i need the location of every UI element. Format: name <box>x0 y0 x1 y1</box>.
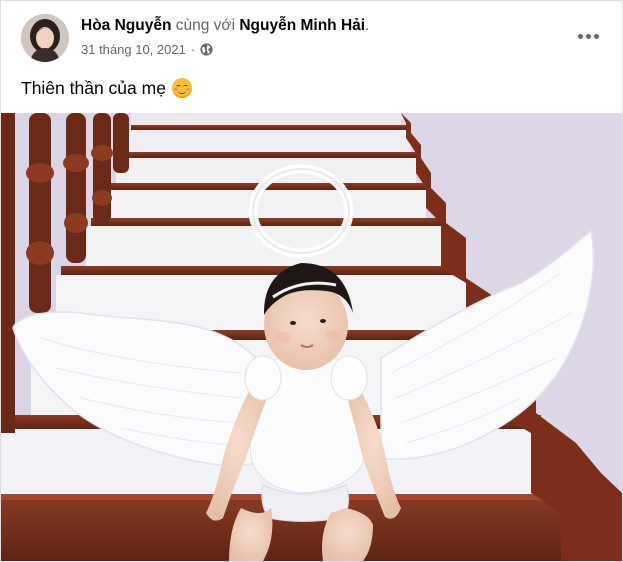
avatar-photo <box>21 14 69 62</box>
tagged-name[interactable]: Nguyễn Minh Hải <box>239 17 365 34</box>
post-date[interactable]: 31 tháng 10, 2021 <box>81 42 186 57</box>
more-options-button[interactable] <box>570 22 606 50</box>
author-line: Hòa Nguyễn cùng với Nguyễn Minh Hải. <box>81 16 369 36</box>
globe-icon[interactable] <box>200 43 213 56</box>
meta-separator: · <box>190 42 196 57</box>
tagged-suffix: . <box>365 17 370 34</box>
post-meta: 31 tháng 10, 2021 · <box>81 42 213 57</box>
post-photo[interactable] <box>1 113 622 561</box>
author-avatar[interactable] <box>21 14 69 62</box>
post-card: Hòa Nguyễn cùng với Nguyễn Minh Hải. 31 … <box>0 0 623 562</box>
photo-illustration <box>1 113 622 561</box>
with-text: cùng với <box>175 17 236 34</box>
post-header: Hòa Nguyễn cùng với Nguyễn Minh Hải. 31 … <box>21 14 606 64</box>
author-name[interactable]: Hòa Nguyễn <box>81 17 171 34</box>
smiling-face-emoji-icon <box>171 78 192 98</box>
caption-text: Thiên thần của mẹ <box>21 78 166 98</box>
post-caption: Thiên thần của mẹ <box>21 77 192 99</box>
